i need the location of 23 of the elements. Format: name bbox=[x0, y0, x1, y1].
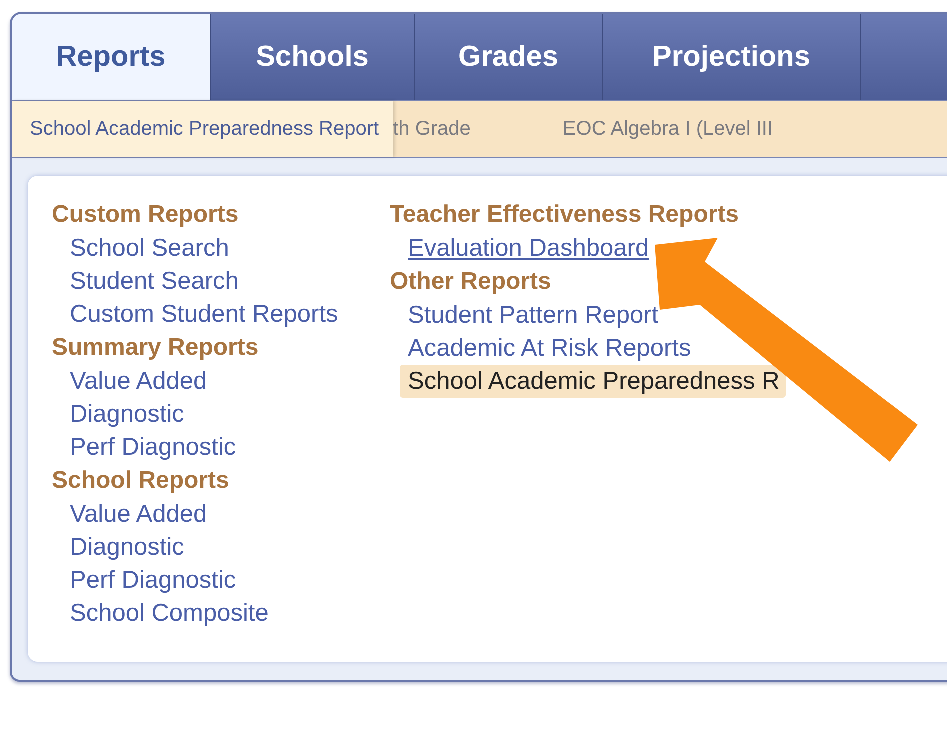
report-link[interactable]: Academic At Risk Reports bbox=[390, 332, 698, 365]
report-link[interactable]: Custom Student Reports bbox=[52, 298, 344, 331]
section-heading: Teacher Effectiveness Reports bbox=[390, 200, 740, 230]
report-link[interactable]: Perf Diagnostic bbox=[52, 431, 242, 464]
report-link[interactable]: School Academic Preparedness R bbox=[400, 365, 786, 398]
report-link[interactable]: Diagnostic bbox=[52, 531, 190, 564]
sub-nav-item[interactable]: EOC Algebra I (Level III bbox=[562, 101, 866, 157]
report-link[interactable]: Diagnostic bbox=[52, 398, 190, 431]
report-link[interactable]: Student Pattern Report bbox=[390, 299, 665, 332]
report-link[interactable]: School Search bbox=[52, 232, 236, 265]
section-heading: Other Reports bbox=[390, 267, 552, 297]
sub-nav-item[interactable]: School Academic Preparedness Report bbox=[12, 101, 394, 157]
section-heading: Custom Reports bbox=[52, 200, 240, 230]
report-link[interactable]: Value Added bbox=[52, 365, 214, 398]
sub-nav-item[interactable]: th Grade bbox=[393, 101, 563, 157]
report-link[interactable]: Evaluation Dashboard bbox=[390, 232, 656, 265]
report-link[interactable]: School Composite bbox=[52, 597, 275, 630]
report-link[interactable]: Student Search bbox=[52, 265, 245, 298]
section-heading: School Reports bbox=[52, 466, 230, 496]
section-heading: Summary Reports bbox=[52, 333, 260, 363]
report-link[interactable]: Perf Diagnostic bbox=[52, 564, 242, 597]
report-link[interactable]: Value Added bbox=[52, 498, 214, 531]
nav-tab[interactable]: Reports bbox=[12, 14, 211, 100]
